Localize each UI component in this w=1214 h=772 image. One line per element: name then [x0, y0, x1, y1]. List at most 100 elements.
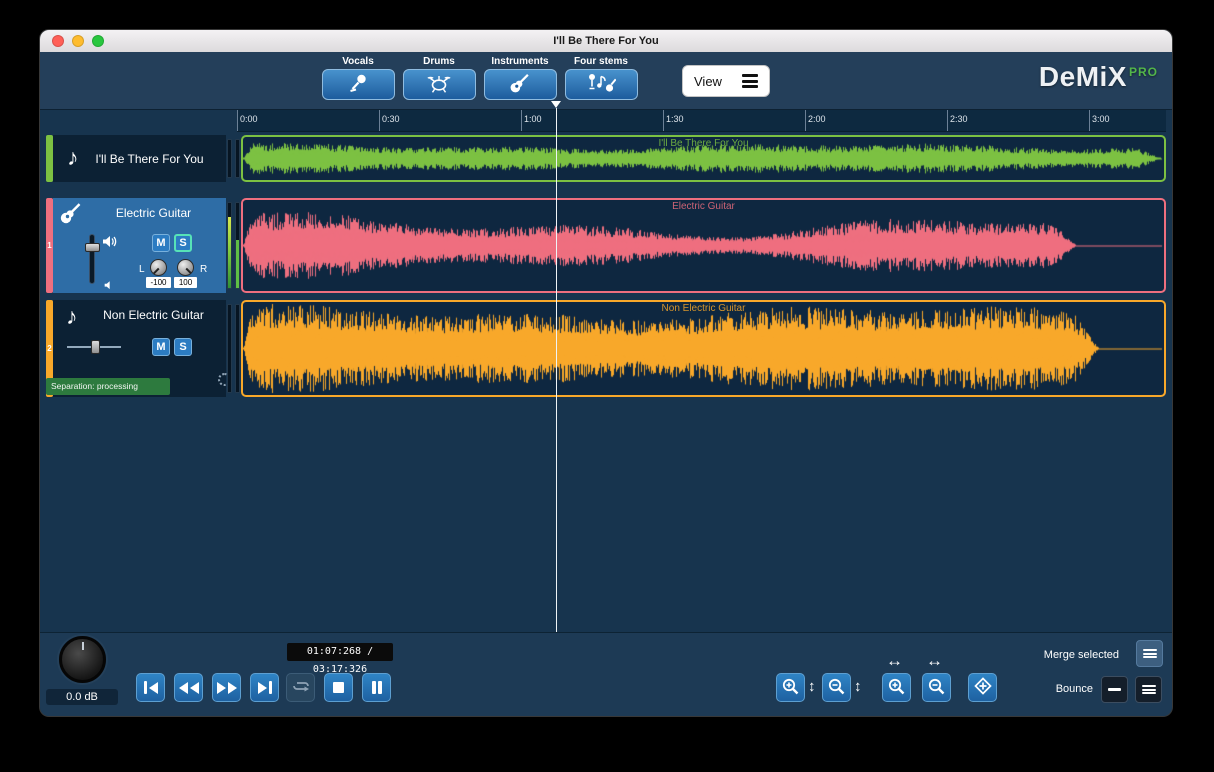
ruler-tick: 1:00 — [521, 110, 522, 131]
zoom-in-icon — [781, 677, 800, 699]
pan-left-label: L — [139, 264, 145, 275]
zoom-out-vertical-button[interactable] — [822, 673, 851, 702]
solo-button[interactable]: S — [174, 338, 192, 356]
loop-icon — [292, 679, 310, 696]
horizontal-arrows-icon: ↔ — [886, 651, 903, 671]
meter-bar — [235, 202, 240, 289]
view-button[interactable]: View — [682, 65, 770, 97]
window-title: I'll Be There For You — [40, 30, 1172, 52]
mute-button[interactable]: M — [152, 234, 170, 252]
rewind-button[interactable] — [174, 673, 203, 702]
zoom-in-horizontal-button[interactable] — [882, 673, 911, 702]
microphone-icon — [347, 72, 369, 97]
ruler-tick: 2:30 — [947, 110, 948, 131]
four-stems-icon — [586, 72, 616, 97]
volume-slider[interactable] — [67, 340, 121, 354]
music-note-icon: ♪ — [66, 305, 78, 328]
stem-separation-buttons: Vocals Drums Instruments Four stems — [321, 56, 638, 100]
instruments-stem-button[interactable] — [484, 69, 557, 100]
vertical-arrows-icon: ↕ — [808, 678, 816, 695]
rewind-icon — [179, 682, 199, 694]
fader-handle[interactable] — [85, 243, 100, 252]
bounce-menu-button[interactable] — [1135, 676, 1162, 703]
fullscreen-window-button[interactable] — [92, 35, 104, 47]
track-row-master[interactable]: ♪ I'll Be There For You I'll Be There Fo… — [40, 135, 1172, 182]
waveform-region-non-electric-guitar[interactable]: Non Electric Guitar — [241, 300, 1166, 397]
ruler-row: 0:000:301:001:302:002:303:00 — [40, 110, 1172, 132]
stem-label-drums: Drums — [423, 56, 455, 69]
waveform-canvas — [243, 200, 1164, 291]
skip-end-icon — [258, 681, 272, 694]
master-volume-knob[interactable] — [59, 636, 106, 683]
ruler-tick: 3:00 — [1089, 110, 1090, 131]
zoom-out-icon — [927, 677, 946, 699]
drums-icon — [426, 73, 452, 96]
pause-button[interactable] — [362, 673, 391, 702]
slider-handle[interactable] — [91, 340, 100, 354]
stem-label-instruments: Instruments — [491, 56, 548, 69]
go-to-start-button[interactable] — [136, 673, 165, 702]
waveform-canvas — [243, 137, 1164, 180]
separation-status-badge: Separation: processing — [46, 378, 170, 395]
time-ruler[interactable]: 0:000:301:001:302:002:303:00 — [237, 110, 1166, 132]
volume-fader[interactable] — [89, 234, 95, 284]
zoom-fit-button[interactable] — [968, 673, 997, 702]
waveform-canvas — [243, 302, 1164, 395]
stop-icon — [333, 682, 344, 693]
menu-icon — [1142, 684, 1156, 696]
view-button-label: View — [694, 74, 722, 89]
toolbar: Vocals Drums Instruments Four stems — [40, 52, 1172, 110]
zoom-out-icon — [827, 677, 846, 699]
speaker-loud-icon — [102, 235, 117, 253]
fast-forward-button[interactable] — [212, 673, 241, 702]
level-meter — [227, 139, 241, 178]
minus-icon — [1108, 688, 1121, 691]
stem-vocals: Vocals — [321, 56, 395, 100]
close-window-button[interactable] — [52, 35, 64, 47]
tracks-area[interactable]: ♪ I'll Be There For You I'll Be There Fo… — [40, 132, 1172, 632]
drums-stem-button[interactable] — [403, 69, 476, 100]
pan-left-knob[interactable] — [150, 259, 167, 276]
view-menu-icon — [742, 72, 758, 91]
logo-pro-badge: PRO — [1129, 65, 1158, 79]
pan-right-value[interactable]: 100 — [174, 277, 197, 288]
fit-view-icon — [973, 676, 993, 699]
merge-menu-button[interactable] — [1136, 640, 1163, 667]
knob-pointer — [82, 642, 84, 650]
track-title: I'll Be There For You — [53, 152, 226, 166]
waveform-region-electric-guitar[interactable]: Electric Guitar — [241, 198, 1166, 293]
titlebar: I'll Be There For You — [40, 30, 1172, 52]
transport-bar: 0.0 dB 01:07:268 / 03:17:326 ↕ ↕ ↔ ↔ Mer… — [40, 632, 1172, 716]
zoom-out-horizontal-button[interactable] — [922, 673, 951, 702]
stop-button[interactable] — [324, 673, 353, 702]
zoom-in-vertical-button[interactable] — [776, 673, 805, 702]
stem-label-four-stems: Four stems — [574, 56, 628, 69]
level-meter — [227, 202, 241, 289]
bounce-remove-button[interactable] — [1101, 676, 1128, 703]
vocals-stem-button[interactable] — [322, 69, 395, 100]
four-stems-button[interactable] — [565, 69, 638, 100]
solo-button[interactable]: S — [174, 234, 192, 252]
ruler-tick: 1:30 — [663, 110, 664, 131]
track-row-non-electric-guitar[interactable]: 2 ♪ Non Electric Guitar M S Separation: … — [40, 300, 1172, 397]
loop-button[interactable] — [286, 673, 315, 702]
track-row-electric-guitar[interactable]: 1 Electric Guitar M S L R -100 100 — [40, 198, 1172, 293]
playback-time-display: 01:07:268 / 03:17:326 — [287, 643, 393, 661]
waveform-region-master[interactable]: I'll Be There For You — [241, 135, 1166, 182]
minimize-window-button[interactable] — [72, 35, 84, 47]
track-header-electric-guitar[interactable]: Electric Guitar M S L R -100 100 — [53, 198, 226, 293]
merge-selected-label: Merge selected — [1044, 649, 1119, 661]
playhead-marker[interactable] — [551, 101, 561, 108]
pan-right-knob[interactable] — [177, 259, 194, 276]
track-title: Electric Guitar — [83, 206, 224, 220]
bounce-label: Bounce — [1056, 683, 1093, 695]
pan-left-value[interactable]: -100 — [146, 277, 171, 288]
stem-label-vocals: Vocals — [342, 56, 374, 69]
mute-button[interactable]: M — [152, 338, 170, 356]
level-meter — [227, 304, 241, 393]
track-header-master[interactable]: ♪ I'll Be There For You — [53, 135, 226, 182]
meter-bar — [235, 139, 240, 178]
go-to-end-button[interactable] — [250, 673, 279, 702]
logo-text: DeMiX — [1039, 61, 1127, 92]
meter-bar — [235, 304, 240, 393]
